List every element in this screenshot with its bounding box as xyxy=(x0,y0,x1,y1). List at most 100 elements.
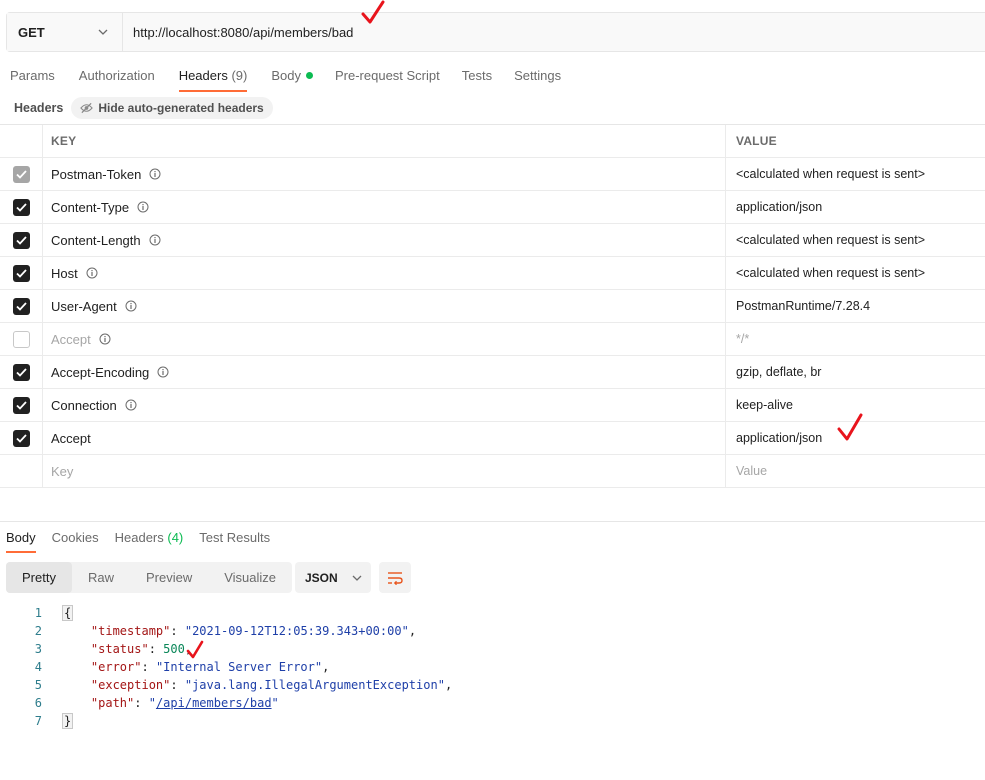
tab-authorization[interactable]: Authorization xyxy=(69,60,165,92)
header-enabled-checkbox[interactable] xyxy=(12,198,30,216)
code-line: 2 "timestamp": "2021-09-12T12:05:39.343+… xyxy=(0,622,985,640)
view-visualize-button[interactable]: Visualize xyxy=(208,562,292,593)
new-header-row: Key Value xyxy=(0,455,985,488)
json-value-link[interactable]: /api/members/bad xyxy=(156,696,272,710)
tab-params[interactable]: Params xyxy=(0,60,65,92)
header-enabled-checkbox[interactable] xyxy=(12,165,30,183)
header-key: Content-Type xyxy=(51,199,130,215)
table-row: Postman-Token <calculated when request is… xyxy=(0,158,985,191)
line-number: 1 xyxy=(34,606,42,620)
tab-settings[interactable]: Settings xyxy=(504,60,571,92)
view-pretty-button[interactable]: Pretty xyxy=(6,562,72,593)
header-value-cell[interactable]: */* xyxy=(726,323,985,355)
view-preview-button[interactable]: Preview xyxy=(130,562,208,593)
tab-label: Params xyxy=(10,68,55,83)
line-number: 3 xyxy=(34,642,42,656)
info-icon[interactable] xyxy=(99,333,111,345)
header-enabled-checkbox[interactable] xyxy=(12,330,30,348)
response-tabs: Body Cookies Headers (4) Test Results xyxy=(0,525,276,553)
header-value: <calculated when request is sent> xyxy=(736,167,926,181)
new-key-input[interactable]: Key xyxy=(43,455,726,487)
info-icon[interactable] xyxy=(157,366,169,378)
header-enabled-checkbox[interactable] xyxy=(12,297,30,315)
chevron-down-icon xyxy=(350,571,364,585)
tab-count: (4) xyxy=(167,530,184,545)
header-value: gzip, deflate, br xyxy=(736,365,822,379)
header-value-cell[interactable]: <calculated when request is sent> xyxy=(726,224,985,256)
tab-label: Headers xyxy=(114,530,164,545)
method-label: GET xyxy=(18,24,45,40)
header-enabled-checkbox[interactable] xyxy=(12,231,30,249)
header-key: Accept-Encoding xyxy=(51,364,150,380)
eye-off-icon xyxy=(80,102,94,114)
info-icon[interactable] xyxy=(149,234,161,246)
header-value: PostmanRuntime/7.28.4 xyxy=(736,299,871,313)
tab-pre-request-script[interactable]: Pre-request Script xyxy=(325,60,450,92)
table-header-check-cell xyxy=(0,125,43,157)
line-number: 6 xyxy=(34,696,42,710)
hide-auto-headers-button[interactable]: Hide auto-generated headers xyxy=(71,97,273,119)
tab-label: Tests xyxy=(461,68,493,83)
url-input[interactable]: http://localhost:8080/api/members/bad xyxy=(123,13,985,51)
header-key-cell[interactable]: Postman-Token xyxy=(43,158,726,190)
header-value: application/json xyxy=(736,431,823,445)
check-cell xyxy=(0,158,43,190)
header-key-cell[interactable]: User-Agent xyxy=(43,290,726,322)
header-key-cell[interactable]: Connection xyxy=(43,389,726,421)
check-cell xyxy=(0,224,43,256)
table-row: Content-Type application/json xyxy=(0,191,985,224)
wrap-lines-button[interactable] xyxy=(379,562,411,593)
header-enabled-checkbox[interactable] xyxy=(12,264,30,282)
info-icon[interactable] xyxy=(149,168,161,180)
header-key-cell[interactable]: Content-Type xyxy=(43,191,726,223)
header-value-cell[interactable]: gzip, deflate, br xyxy=(726,356,985,388)
header-value: keep-alive xyxy=(736,398,793,412)
header-key-cell[interactable]: Accept xyxy=(43,422,726,454)
check-cell xyxy=(0,257,43,289)
header-key-cell[interactable]: Content-Length xyxy=(43,224,726,256)
chevron-down-icon xyxy=(96,25,110,39)
wrap-lines-icon xyxy=(388,571,403,585)
code-line: 5 "exception": "java.lang.IllegalArgumen… xyxy=(0,676,985,694)
header-key-cell[interactable]: Accept-Encoding xyxy=(43,356,726,388)
table-row: User-Agent PostmanRuntime/7.28.4 xyxy=(0,290,985,323)
header-value-cell[interactable]: <calculated when request is sent> xyxy=(726,158,985,190)
json-key: "timestamp" xyxy=(90,624,171,638)
tab-headers[interactable]: Headers (9) xyxy=(169,60,258,92)
table-row: Host <calculated when request is sent> xyxy=(0,257,985,290)
check-cell xyxy=(0,422,43,454)
line-number: 7 xyxy=(34,714,42,728)
response-tab-cookies[interactable]: Cookies xyxy=(46,525,105,553)
view-raw-button[interactable]: Raw xyxy=(72,562,130,593)
header-value-cell[interactable]: <calculated when request is sent> xyxy=(726,257,985,289)
value-column-header: VALUE xyxy=(736,134,777,148)
method-select[interactable]: GET xyxy=(7,13,123,51)
header-key: Accept xyxy=(51,331,91,347)
info-icon[interactable] xyxy=(125,300,137,312)
header-enabled-checkbox[interactable] xyxy=(12,429,30,447)
header-key-cell[interactable]: Accept xyxy=(43,323,726,355)
new-value-input[interactable]: Value xyxy=(726,455,985,487)
tab-tests[interactable]: Tests xyxy=(452,60,502,92)
header-enabled-checkbox[interactable] xyxy=(12,363,30,381)
header-value-cell[interactable]: PostmanRuntime/7.28.4 xyxy=(726,290,985,322)
code-line: 7 } xyxy=(0,712,985,730)
info-icon[interactable] xyxy=(137,201,149,213)
header-value-cell[interactable]: application/json xyxy=(726,191,985,223)
tab-body[interactable]: Body xyxy=(261,60,323,92)
code-line: 4 "error": "Internal Server Error", xyxy=(0,658,985,676)
check-cell xyxy=(0,191,43,223)
response-tab-body[interactable]: Body xyxy=(0,525,42,553)
format-select[interactable]: JSON xyxy=(295,562,371,593)
json-key: "exception" xyxy=(90,678,171,692)
header-value: */* xyxy=(736,332,750,346)
info-icon[interactable] xyxy=(125,399,137,411)
checkmark-annotation xyxy=(837,413,863,441)
response-tab-headers[interactable]: Headers (4) xyxy=(109,525,190,553)
info-icon[interactable] xyxy=(86,267,98,279)
header-key-cell[interactable]: Host xyxy=(43,257,726,289)
response-tab-test-results[interactable]: Test Results xyxy=(193,525,276,553)
tab-label: Body xyxy=(6,530,36,545)
header-enabled-checkbox[interactable] xyxy=(12,396,30,414)
open-brace[interactable]: { xyxy=(62,605,74,621)
